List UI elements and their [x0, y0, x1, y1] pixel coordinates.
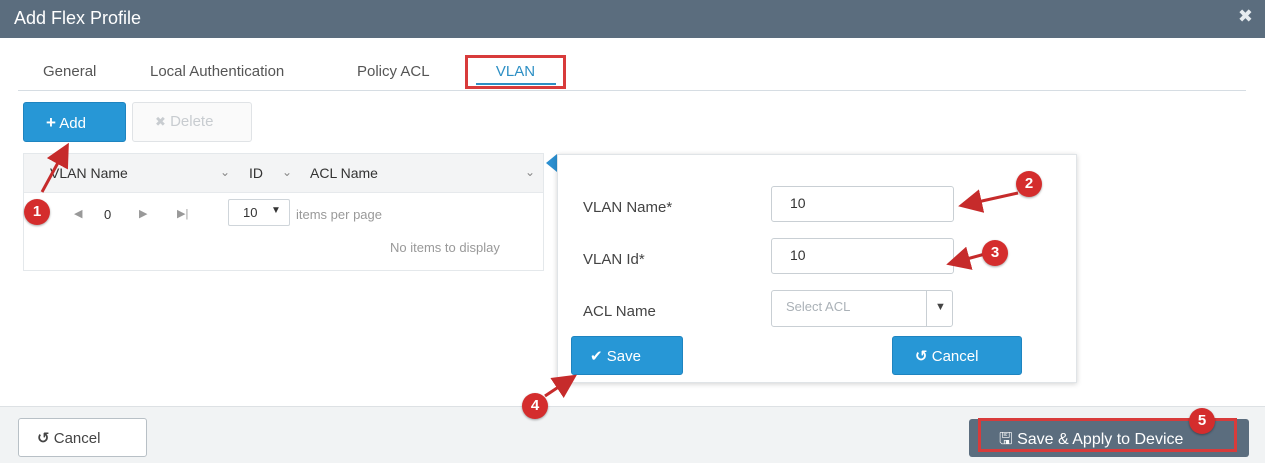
step-badge-1: 1	[24, 199, 50, 225]
step-badge-5: 5	[1189, 408, 1215, 434]
step-badge-2: 2	[1016, 171, 1042, 197]
arrow-1	[40, 142, 69, 193]
step-badge-3: 3	[982, 240, 1008, 266]
annotation-arrows	[40, 142, 1019, 398]
step-badge-4: 4	[522, 393, 548, 419]
arrow-3	[946, 246, 986, 270]
arrow-2	[958, 189, 1019, 213]
arrow-4	[544, 374, 577, 398]
